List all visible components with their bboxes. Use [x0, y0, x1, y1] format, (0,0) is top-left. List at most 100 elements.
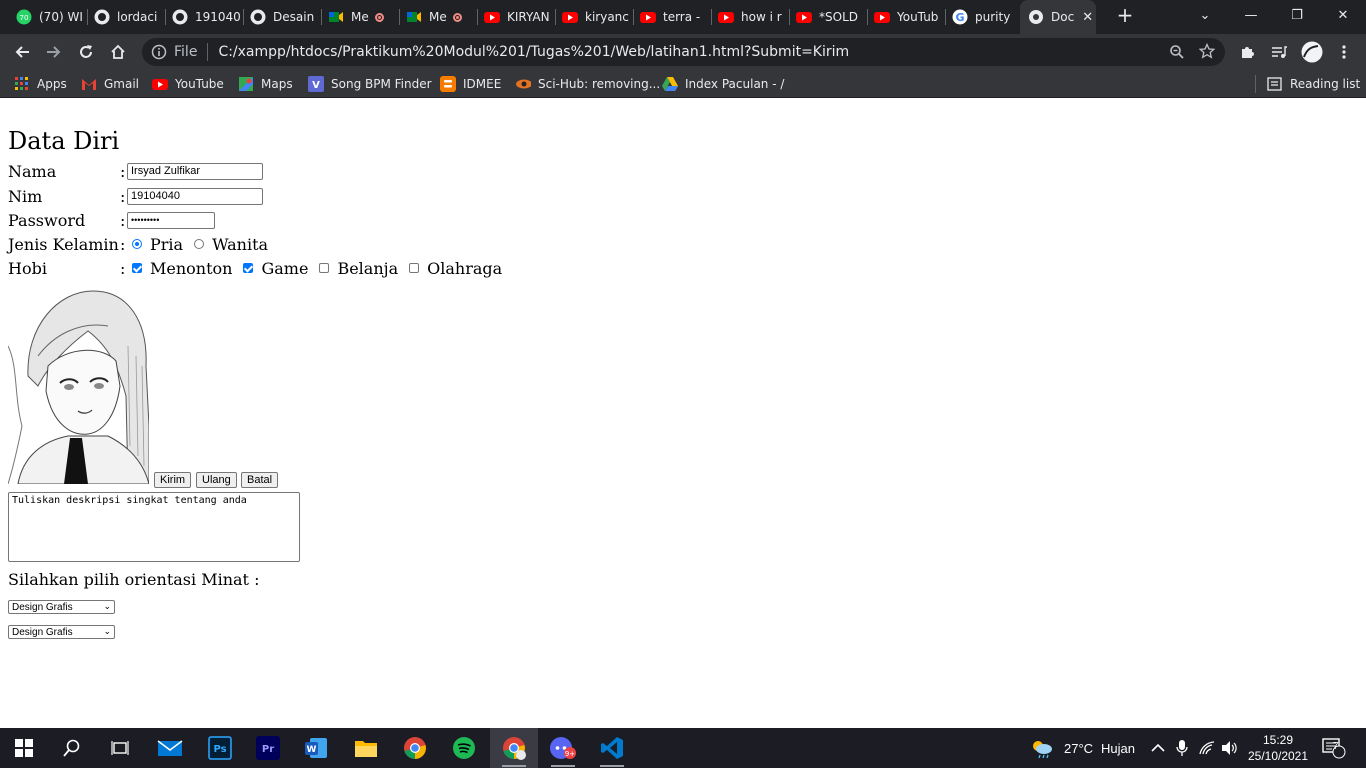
- tab-title: 191040: [195, 10, 241, 24]
- address-bar[interactable]: File C:/xampp/htdocs/Praktikum%20Modul%2…: [142, 38, 1225, 66]
- premiere-icon[interactable]: Pr: [244, 728, 292, 768]
- tab-youtube[interactable]: YouTub: [868, 0, 944, 34]
- forward-arrow-icon[interactable]: [42, 40, 66, 64]
- close-tab-icon[interactable]: ✕: [1082, 10, 1093, 25]
- volume-icon[interactable]: [1221, 728, 1239, 768]
- tab-github-191040[interactable]: 191040: [166, 0, 242, 34]
- extensions-puzzle-icon[interactable]: [1235, 40, 1259, 64]
- show-hidden-icons-chevron-icon[interactable]: [1151, 728, 1165, 768]
- vscode-icon[interactable]: [588, 728, 636, 768]
- tab-meet-2[interactable]: Me: [400, 0, 472, 34]
- google-meet-icon: [406, 9, 422, 25]
- tab-youtube-sold[interactable]: *SOLD: [790, 0, 866, 34]
- minimize-button[interactable]: —: [1228, 0, 1274, 30]
- svg-text:V: V: [312, 80, 320, 91]
- kirim-button[interactable]: Kirim: [154, 472, 192, 488]
- hobby-belanja-checkbox[interactable]: [319, 263, 330, 273]
- svg-text:G: G: [955, 11, 964, 24]
- bookmark-index-paculan[interactable]: Index Paculan - /: [662, 75, 784, 93]
- bookmark-song-bpm[interactable]: V Song BPM Finder: [308, 75, 432, 93]
- colon: :: [120, 210, 126, 230]
- batal-button[interactable]: Batal: [241, 472, 279, 488]
- bookmark-idmee[interactable]: IDMEE: [440, 75, 501, 93]
- menu-kebab-icon[interactable]: [1332, 40, 1356, 64]
- clock[interactable]: 15:29 25/10/2021: [1247, 728, 1309, 768]
- bookmark-youtube[interactable]: YouTube: [152, 75, 224, 93]
- bookmark-gmail[interactable]: Gmail: [81, 75, 139, 93]
- description-textarea[interactable]: Tuliskan deskripsi singkat tentang anda: [8, 492, 300, 562]
- task-view-icon[interactable]: [96, 728, 144, 768]
- ulang-button[interactable]: Ulang: [196, 472, 237, 488]
- media-queue-icon[interactable]: [1267, 40, 1291, 64]
- tab-whatsapp[interactable]: 70 (70) WI: [8, 0, 82, 34]
- new-tab-button[interactable]: +: [1102, 0, 1148, 30]
- chrome-icon[interactable]: [391, 728, 439, 768]
- colon: :: [120, 186, 126, 206]
- svg-text:Pr: Pr: [262, 744, 274, 755]
- hobby-menonton-checkbox[interactable]: [132, 263, 142, 273]
- tab-youtube-kiryan[interactable]: KIRYAN: [478, 0, 556, 34]
- file-explorer-icon[interactable]: [342, 728, 390, 768]
- bookmarks-bar: Apps Gmail YouTube Maps V Song BPM Finde…: [0, 70, 1366, 98]
- notification-center-icon[interactable]: 7: [1322, 728, 1346, 768]
- home-icon[interactable]: [106, 40, 130, 64]
- tab-google-purity[interactable]: G purity: [946, 0, 1020, 34]
- bookmark-label: Sci-Hub: removing...: [538, 77, 661, 91]
- reading-list-button[interactable]: Reading list: [1267, 75, 1360, 93]
- select-value: Design Grafis: [12, 601, 73, 613]
- notification-count: 7: [1333, 741, 1339, 752]
- tab-active-document[interactable]: Doc ✕: [1020, 0, 1096, 34]
- close-window-button[interactable]: ✕: [1320, 0, 1366, 30]
- wifi-icon[interactable]: [1199, 728, 1217, 768]
- recording-icon: [452, 12, 462, 22]
- start-icon[interactable]: [0, 728, 48, 768]
- youtube-icon: [640, 9, 656, 25]
- profile-avatar[interactable]: [1300, 40, 1324, 64]
- reload-icon[interactable]: [74, 40, 98, 64]
- weather-widget[interactable]: 27°C Hujan: [1030, 728, 1135, 768]
- tab-youtube-kiryanc[interactable]: kiryanc: [556, 0, 632, 34]
- tab-youtube-terra[interactable]: terra -: [634, 0, 710, 34]
- minat-select-1[interactable]: Design Grafis ⌄: [8, 600, 115, 614]
- nama-input[interactable]: Irsyad Zulfikar: [127, 162, 263, 180]
- tab-search-chevron-icon[interactable]: ⌄: [1182, 0, 1228, 30]
- spotify-icon[interactable]: [440, 728, 488, 768]
- tab-github-desain[interactable]: Desain: [244, 0, 320, 34]
- photoshop-icon[interactable]: Ps: [196, 728, 244, 768]
- gender-pria-radio[interactable]: [132, 239, 142, 249]
- gender-wanita-radio[interactable]: [194, 239, 205, 249]
- hobby-row: Hobi : Menonton Game Belanja Olahraga: [8, 257, 508, 279]
- tab-github-lordaci[interactable]: lordaci: [88, 0, 164, 34]
- colon: :: [120, 161, 126, 181]
- hobby-game-label: Game: [261, 258, 309, 278]
- zoom-icon[interactable]: [1169, 44, 1185, 64]
- bookmark-apps[interactable]: Apps: [14, 75, 67, 93]
- hobby-olahraga-checkbox[interactable]: [409, 263, 420, 273]
- hobby-game-checkbox[interactable]: [243, 263, 254, 273]
- github-icon: [172, 9, 188, 25]
- google-drive-icon: [662, 76, 678, 92]
- tab-youtube-how-i[interactable]: how i r: [712, 0, 788, 34]
- chrome-active-icon[interactable]: [490, 728, 538, 768]
- gmail-icon: [81, 76, 97, 92]
- info-icon[interactable]: [151, 44, 167, 64]
- microphone-icon[interactable]: [1176, 728, 1188, 768]
- password-input[interactable]: •••••••••: [127, 211, 215, 229]
- back-arrow-icon[interactable]: [10, 40, 34, 64]
- gender-row: Jenis Kelamin : Pria Wanita: [8, 233, 274, 255]
- maps-icon: [238, 76, 254, 92]
- github-icon: [94, 9, 110, 25]
- password-row: Password : •••••••••: [8, 209, 215, 231]
- minat-select-2[interactable]: Design Grafis ⌄: [8, 625, 115, 639]
- restore-button[interactable]: ❐: [1274, 0, 1320, 30]
- mail-icon[interactable]: [146, 728, 194, 768]
- bookmark-maps[interactable]: Maps: [238, 75, 293, 93]
- discord-icon[interactable]: 9+: [539, 728, 587, 768]
- weather-condition: Hujan: [1101, 740, 1136, 756]
- word-icon[interactable]: W: [292, 728, 340, 768]
- tab-meet-1[interactable]: Me: [322, 0, 394, 34]
- search-icon[interactable]: [48, 728, 96, 768]
- bookmark-scihub[interactable]: Sci-Hub: removing...: [515, 75, 660, 93]
- nim-input[interactable]: 19104040: [127, 187, 263, 205]
- bookmark-star-icon[interactable]: [1198, 42, 1216, 63]
